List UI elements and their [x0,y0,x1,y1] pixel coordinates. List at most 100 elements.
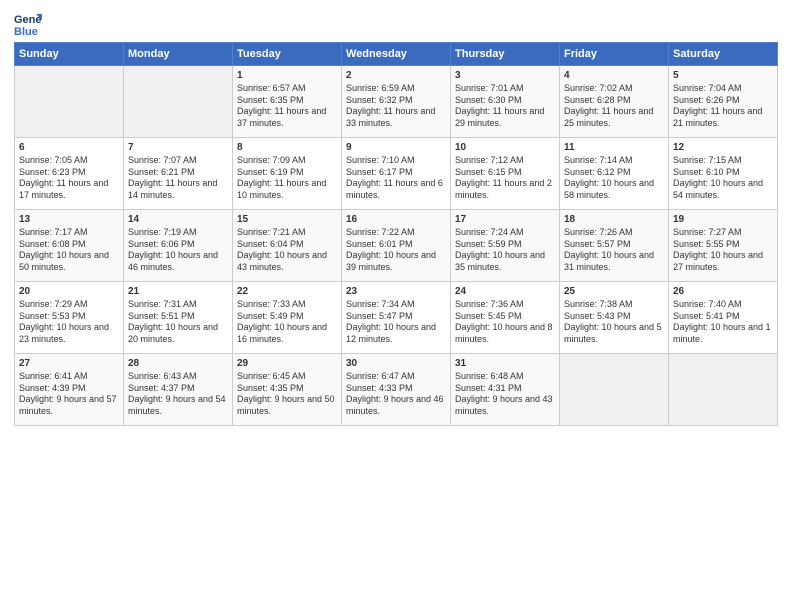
daylight-text: Daylight: 9 hours and 54 minutes. [128,394,226,416]
daylight-text: Daylight: 11 hours and 37 minutes. [237,106,326,128]
week-row-5: 27 Sunrise: 6:41 AM Sunset: 4:39 PM Dayl… [15,354,778,426]
day-cell: 23 Sunrise: 7:34 AM Sunset: 5:47 PM Dayl… [342,282,451,354]
day-number: 8 [237,141,337,154]
daylight-text: Daylight: 10 hours and 20 minutes. [128,322,218,344]
sunset-text: Sunset: 6:35 PM [237,95,304,105]
day-number: 9 [346,141,446,154]
day-cell: 6 Sunrise: 7:05 AM Sunset: 6:23 PM Dayli… [15,138,124,210]
day-cell [560,354,669,426]
week-row-1: 1 Sunrise: 6:57 AM Sunset: 6:35 PM Dayli… [15,66,778,138]
sunrise-text: Sunrise: 7:21 AM [237,227,306,237]
daylight-text: Daylight: 10 hours and 54 minutes. [673,178,763,200]
sunset-text: Sunset: 6:06 PM [128,239,195,249]
sunset-text: Sunset: 5:45 PM [455,311,522,321]
day-number: 31 [455,357,555,370]
day-number: 2 [346,69,446,82]
day-cell: 17 Sunrise: 7:24 AM Sunset: 5:59 PM Dayl… [451,210,560,282]
day-number: 18 [564,213,664,226]
daylight-text: Daylight: 11 hours and 17 minutes. [19,178,108,200]
daylight-text: Daylight: 11 hours and 6 minutes. [346,178,443,200]
daylight-text: Daylight: 11 hours and 14 minutes. [128,178,217,200]
day-cell [124,66,233,138]
daylight-text: Daylight: 11 hours and 10 minutes. [237,178,326,200]
sunrise-text: Sunrise: 6:45 AM [237,371,306,381]
day-cell: 8 Sunrise: 7:09 AM Sunset: 6:19 PM Dayli… [233,138,342,210]
sunrise-text: Sunrise: 6:59 AM [346,83,415,93]
daylight-text: Daylight: 10 hours and 16 minutes. [237,322,327,344]
sunset-text: Sunset: 4:39 PM [19,383,86,393]
header-row: General Blue [14,10,778,38]
day-cell: 29 Sunrise: 6:45 AM Sunset: 4:35 PM Dayl… [233,354,342,426]
sunrise-text: Sunrise: 7:29 AM [19,299,88,309]
sunrise-text: Sunrise: 7:15 AM [673,155,742,165]
day-number: 5 [673,69,773,82]
daylight-text: Daylight: 11 hours and 33 minutes. [346,106,435,128]
daylight-text: Daylight: 10 hours and 58 minutes. [564,178,654,200]
day-cell: 10 Sunrise: 7:12 AM Sunset: 6:15 PM Dayl… [451,138,560,210]
sunrise-text: Sunrise: 7:12 AM [455,155,524,165]
day-number: 14 [128,213,228,226]
day-cell: 15 Sunrise: 7:21 AM Sunset: 6:04 PM Dayl… [233,210,342,282]
day-cell: 16 Sunrise: 7:22 AM Sunset: 6:01 PM Dayl… [342,210,451,282]
day-cell: 22 Sunrise: 7:33 AM Sunset: 5:49 PM Dayl… [233,282,342,354]
day-number: 20 [19,285,119,298]
sunrise-text: Sunrise: 7:22 AM [346,227,415,237]
sunset-text: Sunset: 5:57 PM [564,239,631,249]
sunrise-text: Sunrise: 7:31 AM [128,299,197,309]
day-number: 15 [237,213,337,226]
day-number: 12 [673,141,773,154]
daylight-text: Daylight: 10 hours and 23 minutes. [19,322,109,344]
day-header-sunday: Sunday [15,43,124,66]
day-cell: 30 Sunrise: 6:47 AM Sunset: 4:33 PM Dayl… [342,354,451,426]
sunrise-text: Sunrise: 7:07 AM [128,155,197,165]
sunset-text: Sunset: 6:15 PM [455,167,522,177]
sunset-text: Sunset: 5:59 PM [455,239,522,249]
sunset-text: Sunset: 4:37 PM [128,383,195,393]
sunrise-text: Sunrise: 7:38 AM [564,299,633,309]
day-cell [669,354,778,426]
day-cell: 28 Sunrise: 6:43 AM Sunset: 4:37 PM Dayl… [124,354,233,426]
daylight-text: Daylight: 10 hours and 27 minutes. [673,250,763,272]
daylight-text: Daylight: 10 hours and 43 minutes. [237,250,327,272]
logo: General Blue [14,10,42,38]
day-cell: 26 Sunrise: 7:40 AM Sunset: 5:41 PM Dayl… [669,282,778,354]
sunset-text: Sunset: 6:08 PM [19,239,86,249]
day-number: 25 [564,285,664,298]
sunset-text: Sunset: 6:23 PM [19,167,86,177]
sunrise-text: Sunrise: 7:04 AM [673,83,742,93]
day-header-monday: Monday [124,43,233,66]
sunrise-text: Sunrise: 7:10 AM [346,155,415,165]
sunset-text: Sunset: 5:43 PM [564,311,631,321]
sunrise-text: Sunrise: 7:27 AM [673,227,742,237]
sunset-text: Sunset: 6:17 PM [346,167,413,177]
daylight-text: Daylight: 11 hours and 21 minutes. [673,106,762,128]
daylight-text: Daylight: 10 hours and 39 minutes. [346,250,436,272]
daylight-text: Daylight: 9 hours and 43 minutes. [455,394,553,416]
day-number: 1 [237,69,337,82]
sunrise-text: Sunrise: 7:24 AM [455,227,524,237]
sunrise-text: Sunrise: 7:17 AM [19,227,88,237]
day-cell: 19 Sunrise: 7:27 AM Sunset: 5:55 PM Dayl… [669,210,778,282]
day-number: 19 [673,213,773,226]
daylight-text: Daylight: 10 hours and 8 minutes. [455,322,553,344]
day-number: 7 [128,141,228,154]
sunset-text: Sunset: 6:19 PM [237,167,304,177]
daylight-text: Daylight: 10 hours and 50 minutes. [19,250,109,272]
day-number: 16 [346,213,446,226]
day-number: 4 [564,69,664,82]
sunset-text: Sunset: 4:31 PM [455,383,522,393]
sunrise-text: Sunrise: 6:41 AM [19,371,88,381]
sunrise-text: Sunrise: 7:33 AM [237,299,306,309]
daylight-text: Daylight: 9 hours and 57 minutes. [19,394,117,416]
sunset-text: Sunset: 6:26 PM [673,95,740,105]
day-cell: 21 Sunrise: 7:31 AM Sunset: 5:51 PM Dayl… [124,282,233,354]
daylight-text: Daylight: 10 hours and 35 minutes. [455,250,545,272]
sunset-text: Sunset: 4:35 PM [237,383,304,393]
day-cell: 3 Sunrise: 7:01 AM Sunset: 6:30 PM Dayli… [451,66,560,138]
sunset-text: Sunset: 4:33 PM [346,383,413,393]
day-header-thursday: Thursday [451,43,560,66]
sunrise-text: Sunrise: 7:14 AM [564,155,633,165]
daylight-text: Daylight: 9 hours and 50 minutes. [237,394,335,416]
week-row-3: 13 Sunrise: 7:17 AM Sunset: 6:08 PM Dayl… [15,210,778,282]
day-cell: 24 Sunrise: 7:36 AM Sunset: 5:45 PM Dayl… [451,282,560,354]
